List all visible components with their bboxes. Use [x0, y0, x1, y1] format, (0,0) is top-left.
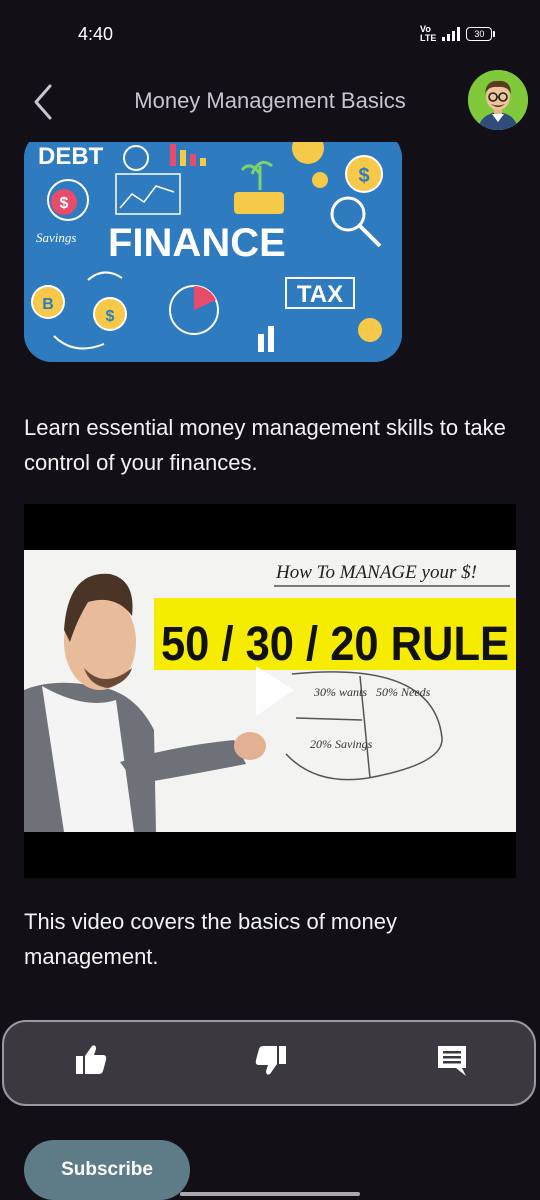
svg-text:$: $: [358, 165, 369, 187]
finance-hero-image: DEBT $ $ Savings FINANCE TAX B $: [24, 142, 402, 362]
video-player[interactable]: How To MANAGE your $! 50 / 30 / 20 RULE …: [24, 504, 516, 878]
intro-text: Learn essential money management skills …: [24, 415, 506, 475]
video-rule-text: 50 / 30 / 20 RULE: [161, 618, 509, 671]
savings-word: Savings: [36, 230, 76, 245]
pie-savings-label: 20% Savings: [310, 737, 373, 751]
action-bar: [2, 1020, 536, 1106]
thumbs-up-icon: [76, 1045, 107, 1074]
video-frame-illustration: How To MANAGE your $! 50 / 30 / 20 RULE …: [24, 550, 516, 832]
pie-needs-label: 50% Needs: [376, 685, 431, 699]
like-button[interactable]: [70, 1040, 110, 1080]
svg-text:B: B: [42, 296, 54, 313]
video-thumbnail: How To MANAGE your $! 50 / 30 / 20 RULE …: [24, 550, 516, 832]
battery-level: 30: [474, 29, 485, 39]
comment-button[interactable]: [432, 1040, 472, 1080]
page-title: Money Management Basics: [134, 88, 406, 113]
lesson-content[interactable]: DEBT $ $ Savings FINANCE TAX B $ Learn e…: [0, 142, 540, 1200]
avatar[interactable]: [468, 70, 528, 130]
status-bar: 4:40 Vo LTE 30: [0, 0, 540, 66]
signal-icon: [442, 27, 461, 41]
tax-word: TAX: [297, 281, 343, 308]
thumbs-down-icon: [255, 1046, 286, 1075]
status-icons: Vo LTE 30: [420, 24, 496, 44]
app-bar: Money Management Basics: [0, 66, 540, 142]
status-time: 4:40: [78, 24, 114, 44]
video-caption: This video covers the basics of money ma…: [24, 909, 397, 969]
svg-text:$: $: [106, 308, 115, 325]
pie-wants-label: 30% wants: [313, 685, 367, 699]
subscribe-button[interactable]: Subscribe: [24, 1140, 190, 1200]
debt-word: DEBT: [38, 143, 104, 170]
svg-text:$: $: [60, 195, 69, 212]
video-headline: How To MANAGE your $!: [275, 562, 477, 583]
home-indicator[interactable]: [180, 1192, 360, 1196]
network-indicator: Vo LTE: [420, 24, 437, 43]
avatar-illustration: [468, 70, 528, 130]
finance-illustration: DEBT $ $ Savings FINANCE TAX B $: [24, 142, 402, 362]
dislike-button[interactable]: [252, 1040, 292, 1080]
battery-icon: 30: [466, 27, 496, 41]
finance-word: FINANCE: [108, 221, 286, 265]
comment-icon: [438, 1046, 466, 1076]
